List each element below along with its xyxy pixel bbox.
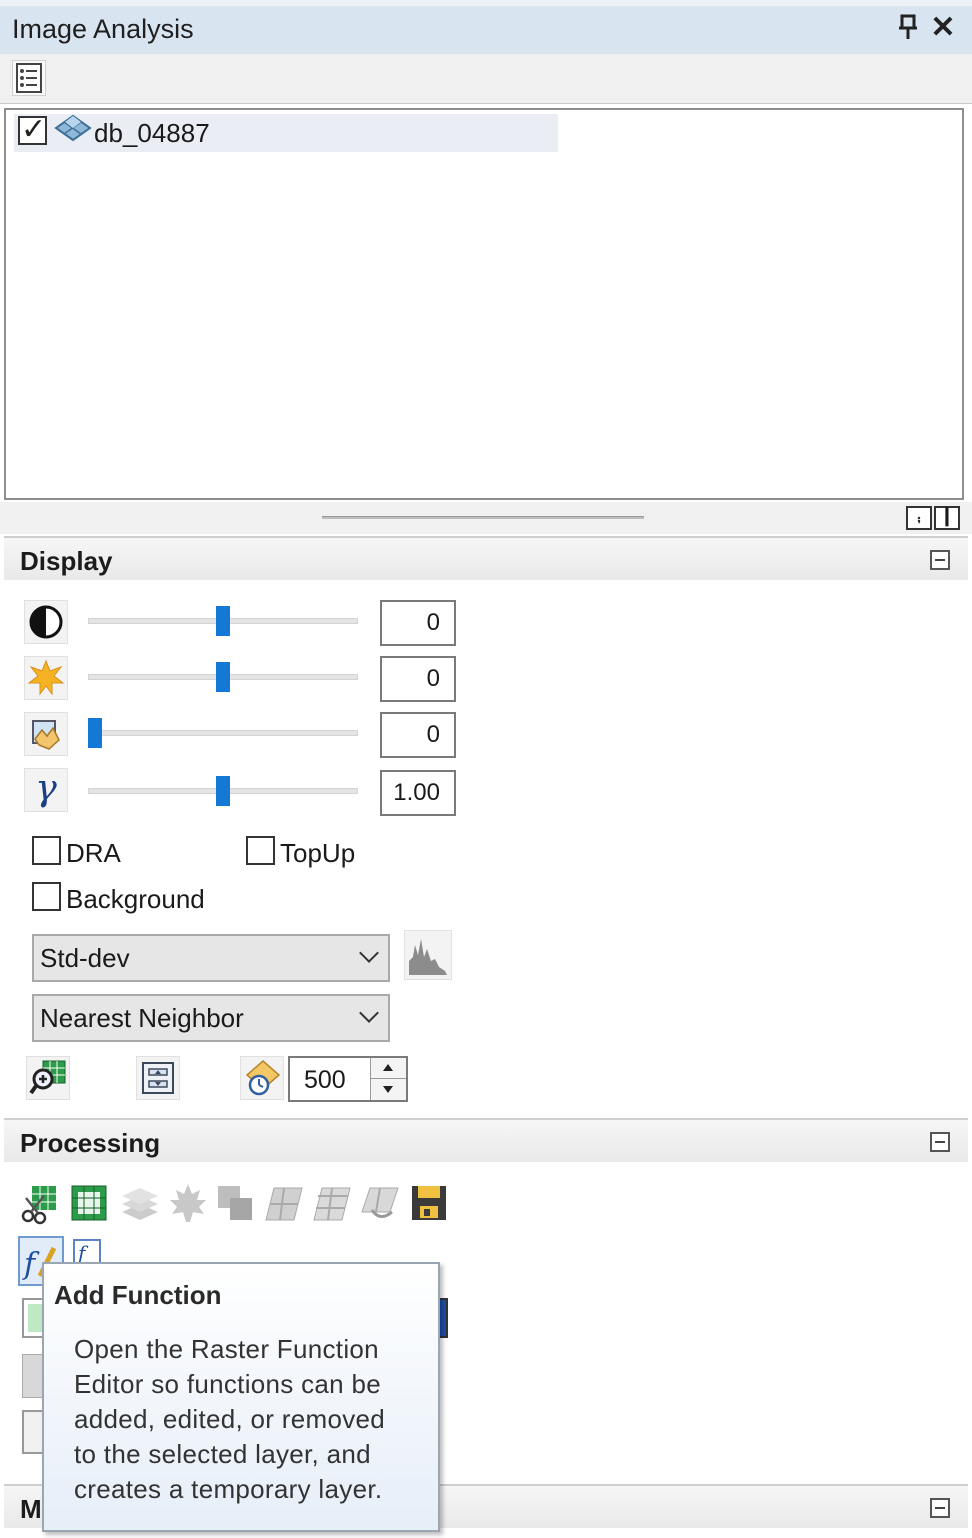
pin-icon[interactable] xyxy=(895,14,921,47)
tooltip-line: creates a temporary layer. xyxy=(74,1474,383,1504)
processing-toolbar xyxy=(18,1182,458,1230)
histogram-button[interactable] xyxy=(404,930,452,980)
chevron-down-icon xyxy=(359,943,379,963)
hillshade-icon xyxy=(358,1182,402,1226)
close-icon[interactable]: ✕ xyxy=(928,10,958,45)
collapse-third-icon[interactable] xyxy=(930,1498,950,1518)
composite-bands-icon xyxy=(118,1182,162,1226)
layer-name: db_04887 xyxy=(94,118,210,148)
display-section-header[interactable]: Display xyxy=(4,536,968,580)
window-title: Image Analysis xyxy=(12,14,194,44)
expand-all-icon[interactable]: ⨾ xyxy=(906,506,932,530)
third-section-title: M xyxy=(20,1494,42,1524)
processing-section-header[interactable]: Processing xyxy=(4,1118,968,1162)
histogram-icon xyxy=(409,939,447,975)
arrow-down-icon xyxy=(383,1086,393,1093)
ndvi-icon xyxy=(166,1182,210,1226)
panel-layout-icon[interactable]: ┃ xyxy=(934,506,960,530)
resampling-value: Nearest Neighbor xyxy=(40,1003,244,1033)
resampling-select[interactable]: Nearest Neighbor xyxy=(32,994,390,1042)
save-icon[interactable] xyxy=(408,1182,452,1226)
shadow-relief-icon xyxy=(310,1182,354,1226)
layer-properties-button[interactable] xyxy=(136,1056,180,1100)
collapse-processing-icon[interactable] xyxy=(930,1132,950,1152)
splitter-grip[interactable] xyxy=(322,516,644,519)
transparency-icon[interactable] xyxy=(24,712,68,756)
tooltip-line: Editor so functions can be xyxy=(74,1369,381,1399)
contrast-value[interactable]: 0 xyxy=(380,600,456,646)
orthorectify-icon xyxy=(262,1182,306,1226)
contrast-icon[interactable] xyxy=(24,600,68,644)
refresh-interval-icon[interactable] xyxy=(240,1056,284,1100)
layer-visibility-checkbox[interactable] xyxy=(18,112,47,147)
tooltip-title: Add Function xyxy=(54,1280,222,1310)
tooltip-line: Open the Raster Function xyxy=(74,1334,379,1364)
background-label: Background xyxy=(66,884,205,914)
transparency-slider-track[interactable] xyxy=(88,730,358,736)
chevron-down-icon xyxy=(359,1003,379,1023)
list-view-button[interactable] xyxy=(12,60,46,96)
mask-icon[interactable] xyxy=(68,1182,112,1226)
display-section-title: Display xyxy=(20,546,113,576)
stepper-up-button[interactable] xyxy=(370,1058,406,1079)
stepper-down-button[interactable] xyxy=(370,1079,406,1100)
properties-icon xyxy=(142,1062,174,1094)
transparency-slider-thumb[interactable] xyxy=(88,718,102,748)
topup-label: TopUp xyxy=(280,838,356,868)
contrast-slider-thumb[interactable] xyxy=(216,606,230,636)
tooltip-line: to the selected layer, and xyxy=(74,1439,371,1469)
refresh-interval-value: 500 xyxy=(304,1066,346,1094)
brightness-icon[interactable] xyxy=(24,656,68,700)
layer-list[interactable] xyxy=(4,108,964,500)
brightness-slider-thumb[interactable] xyxy=(216,662,230,692)
list-icon xyxy=(16,63,42,93)
gamma-slider-thumb[interactable] xyxy=(216,776,230,806)
arrow-up-icon xyxy=(383,1064,393,1071)
svg-text:f: f xyxy=(22,1247,40,1282)
tooltip-line: added, edited, or removed xyxy=(74,1404,386,1434)
zoom-to-raster-button[interactable] xyxy=(26,1056,70,1100)
transparency-value[interactable]: 0 xyxy=(380,712,456,758)
add-function-tooltip: Add Function Open the Raster Function Ed… xyxy=(42,1262,440,1532)
stretch-type-select[interactable]: Std-dev xyxy=(32,934,390,982)
zoom-raster-icon xyxy=(29,1060,66,1095)
gamma-value[interactable]: 1.00 xyxy=(380,770,456,816)
panel-options: ⨾ ┃ xyxy=(906,506,962,530)
pansharpen-icon xyxy=(214,1182,258,1226)
topup-checkbox[interactable] xyxy=(246,836,275,865)
processing-section-title: Processing xyxy=(20,1128,161,1158)
raster-layer-icon xyxy=(54,114,92,153)
brightness-value[interactable]: 0 xyxy=(380,656,456,702)
toolbar xyxy=(0,54,972,104)
background-checkbox[interactable] xyxy=(32,882,61,911)
gamma-icon[interactable]: γ xyxy=(24,768,68,812)
dra-checkbox[interactable] xyxy=(32,836,61,865)
stretch-type-value: Std-dev xyxy=(40,943,130,973)
clip-icon[interactable] xyxy=(18,1182,62,1226)
refresh-interval-stepper[interactable]: 500 xyxy=(288,1056,408,1102)
dra-label: DRA xyxy=(66,838,121,868)
collapse-display-icon[interactable] xyxy=(930,550,950,570)
